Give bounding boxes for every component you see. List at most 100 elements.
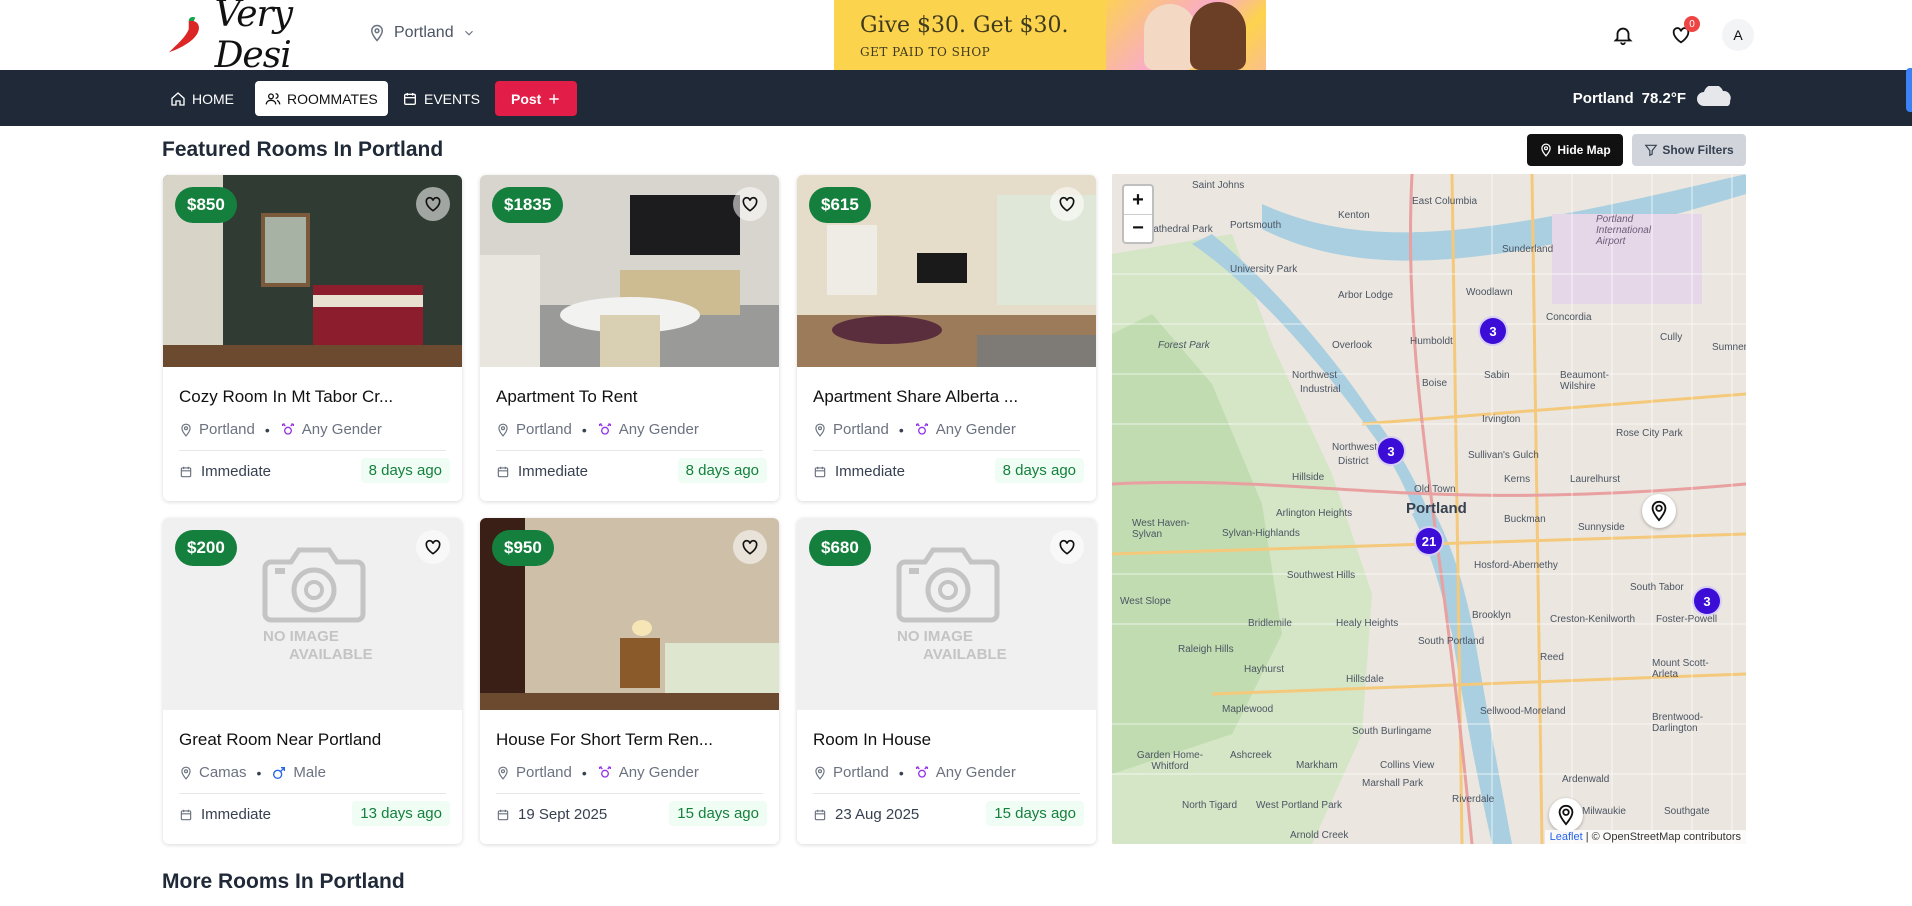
listing-title[interactable]: Great Room Near Portland (179, 730, 381, 750)
listing-title[interactable]: House For Short Term Ren... (496, 730, 713, 750)
promo-banner[interactable]: Give $30. Get $30. GET PAID TO SHOP (834, 0, 1266, 70)
map-cluster-marker[interactable]: 21 (1414, 526, 1444, 556)
map-label: Industrial (1300, 384, 1341, 395)
location-select[interactable]: Portland (368, 24, 476, 42)
nav-roommates[interactable]: ROOMMATES (255, 81, 388, 116)
listing-title[interactable]: Apartment Share Alberta ... (813, 387, 1018, 407)
listing-gender: Any Gender (618, 421, 699, 438)
map-label: Cully (1660, 332, 1683, 343)
location-target-icon (1558, 804, 1574, 826)
price-badge: $680 (809, 530, 871, 566)
map-label: Buckman (1504, 514, 1546, 525)
card-divider (496, 793, 763, 794)
map-label: Garden Home-Whitford (1136, 750, 1204, 772)
map-label: Arnold Creek (1290, 830, 1349, 841)
map-label: Ashcreek (1230, 750, 1272, 761)
map-label: Boise (1422, 378, 1448, 389)
map-label: South Burlingame (1352, 726, 1432, 737)
listing-card[interactable]: $850 Cozy Room In Mt Tabor Cr... Portlan… (163, 175, 462, 501)
listing-card[interactable]: $615 Apartment Share Alberta ... Portlan… (797, 175, 1096, 501)
favorite-button[interactable] (416, 187, 450, 221)
logo[interactable]: Very Desi (164, 0, 350, 76)
calendar-icon (497, 809, 509, 820)
listing-card[interactable]: $1835 Apartment To Rent Portland • Any G… (480, 175, 779, 501)
listing-availability: Immediate (813, 463, 905, 480)
gender-neutral-icon (915, 765, 928, 778)
osm-attribution: | © OpenStreetMap contributors (1585, 831, 1741, 843)
listing-location: Portland (833, 764, 889, 781)
weather-city: Portland (1572, 89, 1634, 107)
listing-title[interactable]: Apartment To Rent (496, 387, 637, 407)
map-label: Southgate (1664, 806, 1710, 817)
map-label: Sylvan-Highlands (1222, 528, 1300, 539)
availability-text: Immediate (201, 806, 272, 823)
nav-home[interactable]: HOME (160, 81, 244, 116)
leaflet-link[interactable]: Leaflet (1550, 831, 1583, 843)
user-avatar[interactable]: A (1722, 19, 1754, 51)
notifications-button[interactable] (1606, 18, 1640, 52)
map-pin-icon (1541, 143, 1552, 157)
card-divider (179, 450, 446, 451)
map-label: Southwest Hills (1286, 570, 1356, 581)
zoom-in-button[interactable]: + (1124, 186, 1152, 214)
map-label: Portland (1406, 500, 1467, 517)
location-label: Portland (394, 24, 454, 41)
map-label: Arlington Heights (1276, 508, 1353, 519)
map-label: Portsmouth (1230, 220, 1282, 231)
gender-neutral-icon (598, 765, 611, 778)
map-location-marker[interactable] (1642, 494, 1676, 528)
listing-card[interactable]: NO IMAGE AVAILABLE $200 Great Room Near … (163, 518, 462, 844)
map-cluster-marker[interactable]: 3 (1478, 316, 1508, 346)
map-label: District (1338, 456, 1369, 467)
listing-title[interactable]: Cozy Room In Mt Tabor Cr... (179, 387, 393, 407)
listing-gender: Any Gender (935, 421, 1016, 438)
map-pin-icon (498, 766, 508, 780)
listing-card[interactable]: $950 House For Short Term Ren... Portlan… (480, 518, 779, 844)
heart-icon (742, 196, 758, 212)
map-label: Old Town (1414, 484, 1456, 495)
zoom-out-button[interactable]: − (1124, 214, 1152, 242)
map-label: Markham (1296, 760, 1338, 771)
map-label: Hayhurst (1244, 664, 1285, 675)
listing-meta: Camas • Male (179, 764, 326, 781)
map-pin-icon (181, 423, 191, 437)
favorite-button[interactable] (733, 530, 767, 564)
calendar-icon (814, 466, 826, 477)
favorite-button[interactable] (1050, 187, 1084, 221)
favorite-button[interactable] (1050, 530, 1084, 564)
map-cluster-marker[interactable]: 3 (1376, 436, 1406, 466)
listing-meta: Portland • Any Gender (179, 421, 382, 438)
map-pin-icon (498, 423, 508, 437)
availability-text: Immediate (201, 463, 272, 480)
map-label: Sunderland (1502, 244, 1554, 255)
post-button[interactable]: Post (495, 81, 578, 116)
calendar-icon (404, 92, 416, 105)
map-cluster-marker[interactable]: 3 (1692, 586, 1722, 616)
favorites-button[interactable]: 0 (1664, 16, 1700, 52)
availability-text: Immediate (518, 463, 589, 480)
listing-availability: 23 Aug 2025 (813, 806, 919, 823)
map-label: West Portland Park (1256, 800, 1342, 811)
side-feedback-tab[interactable] (1906, 68, 1912, 112)
availability-text: 19 Sept 2025 (518, 806, 608, 823)
favorite-button[interactable] (733, 187, 767, 221)
heart-icon (742, 539, 758, 555)
calendar-icon (814, 809, 826, 820)
listing-card[interactable]: NO IMAGE AVAILABLE $680 Room In House Po… (797, 518, 1096, 844)
nav-events[interactable]: EVENTS (392, 81, 490, 116)
map-pin-icon (181, 766, 191, 780)
listing-availability: 19 Sept 2025 (496, 806, 607, 823)
bell-icon (1613, 27, 1633, 46)
map-label: South Tabor (1630, 582, 1684, 593)
posted-ago: 13 days ago (352, 801, 450, 826)
listings-map[interactable]: Saint Johns Portsmouth East Columbia Cat… (1112, 174, 1746, 844)
listing-title[interactable]: Room In House (813, 730, 931, 750)
favorite-button[interactable] (416, 530, 450, 564)
listing-meta: Portland • Any Gender (496, 764, 699, 781)
heart-icon (425, 196, 441, 212)
hide-map-button[interactable]: Hide Map (1527, 134, 1623, 166)
map-location-marker[interactable] (1549, 798, 1583, 832)
card-divider (496, 450, 763, 451)
show-filters-button[interactable]: Show Filters (1632, 134, 1746, 166)
users-icon (265, 92, 281, 104)
